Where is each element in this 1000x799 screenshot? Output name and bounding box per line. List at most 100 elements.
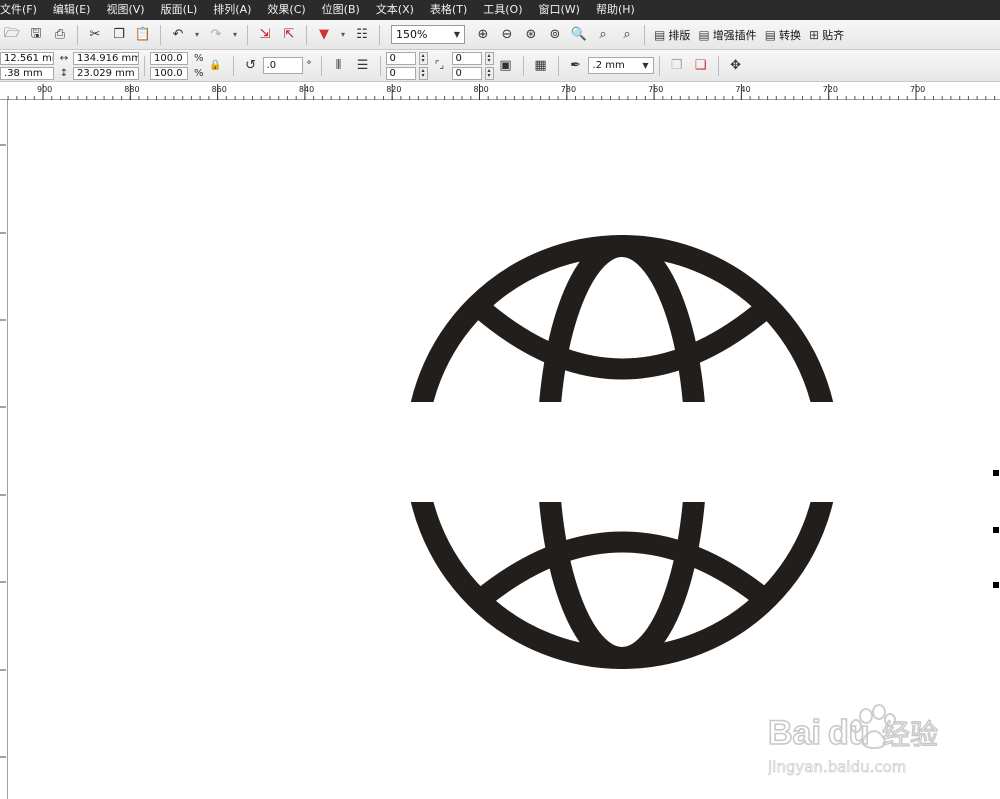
mirror-vertical-icon[interactable]: ☰ (352, 55, 374, 77)
open-icon[interactable]: 🗁 (1, 24, 23, 46)
size-row: ↕ 23.029 mm (58, 66, 139, 80)
toolbar-separator (247, 24, 248, 45)
ruler-label: 860 (212, 85, 227, 94)
menu-layout[interactable]: 版面(L) (153, 0, 206, 20)
to-front-icon[interactable]: ❐ (666, 55, 688, 77)
menu-help[interactable]: 帮助(H) (588, 0, 643, 20)
wrap-text-icon[interactable]: ▦ (530, 55, 552, 77)
launcher-dropdown-icon[interactable]: ▾ (337, 24, 349, 46)
menu-bitmaps[interactable]: 位图(B) (314, 0, 368, 20)
corner-row: 0 ▴ ▾ (385, 66, 428, 80)
position-x-field[interactable]: 12.561 mm (0, 51, 54, 65)
ruler-label: 740 (735, 85, 750, 94)
redo-icon[interactable]: ↷ (205, 24, 227, 46)
menu-tools[interactable]: 工具(O) (475, 0, 530, 20)
corner-row: 0 ▴ ▾ (451, 66, 494, 80)
export-icon[interactable]: ⇱ (278, 24, 300, 46)
property-bar: 12.561 mm .38 mm ↔ 134.916 mm ↕ 23.029 m… (0, 50, 1000, 82)
zoom-level-select[interactable]: 150% ▼ (391, 25, 465, 44)
undo-icon[interactable]: ↶ (167, 24, 189, 46)
plugin-button-convert[interactable]: ▤ 转换 (761, 24, 805, 46)
import-icon[interactable]: ⇲ (254, 24, 276, 46)
welcome-screen-icon[interactable]: ☷ (351, 24, 373, 46)
spinner-icon[interactable]: ▴ ▾ (484, 51, 494, 65)
corner-lock-icon[interactable]: ▣ (495, 55, 517, 77)
outline-pen-icon: ✒ (570, 58, 581, 73)
to-back-icon[interactable]: ❏ (690, 55, 712, 77)
menu-edit[interactable]: 编辑(E) (45, 0, 99, 20)
watermark-url: jingyan.baidu.com (768, 758, 906, 776)
undo-dropdown-icon[interactable]: ▾ (191, 24, 203, 46)
vertical-ruler[interactable] (0, 100, 8, 799)
zoom-height-icon[interactable]: ⌕ (616, 24, 638, 46)
application-launcher-icon[interactable]: ▼ (313, 24, 335, 46)
zoom-all-icon[interactable]: ⊚ (544, 24, 566, 46)
height-icon: ↕ (59, 67, 69, 79)
corner-bottom-right-field[interactable]: 0 (451, 66, 482, 80)
cut-icon[interactable]: ✂ (84, 24, 106, 46)
lock-ratio-icon[interactable]: 🔒 (205, 55, 227, 77)
height-field[interactable]: 23.029 mm (73, 66, 139, 80)
ruler-label: 820 (386, 85, 401, 94)
rotation-angle-field[interactable]: .0 (262, 57, 303, 74)
zoom-out-icon[interactable]: ⊖ (496, 24, 518, 46)
corner-fields-right: 0 ▴ ▾ 0 ▴ ▾ (451, 51, 494, 80)
toolbar-separator (379, 24, 380, 45)
outline-width-select[interactable]: .2 mm ▼ (587, 57, 654, 74)
watermark-cn: 经验 (882, 718, 938, 751)
corner-bottom-left-field[interactable]: 0 (385, 66, 416, 80)
percent-label: % (194, 52, 204, 64)
mirror-horizontal-icon[interactable]: ⫴ (328, 55, 350, 77)
menu-view[interactable]: 视图(V) (98, 0, 152, 20)
menu-table[interactable]: 表格(T) (422, 0, 475, 20)
selection-handle[interactable] (993, 470, 999, 476)
spinner-icon[interactable]: ▴ ▾ (418, 51, 428, 65)
ruler-label: 800 (474, 85, 489, 94)
corner-fields-left: 0 ▴ ▾ 0 ▴ ▾ (385, 51, 428, 80)
redo-dropdown-icon[interactable]: ▾ (229, 24, 241, 46)
ruler-label: 720 (823, 85, 838, 94)
selection-handle[interactable] (993, 527, 999, 533)
plugin-button-label: 贴齐 (822, 28, 845, 42)
menu-arrange[interactable]: 排列(A) (205, 0, 259, 20)
plugin-button-label: 转换 (779, 28, 802, 42)
standard-toolbar: 🗁 🖫 ⎙ ✂ ❐ 📋 ↶ ▾ ↷ ▾ ⇲ ⇱ ▼ ▾ ☷ 150% ▼ ⊕ ⊖… (0, 20, 1000, 50)
corner-top-left-field[interactable]: 0 (385, 51, 416, 65)
plugin-button-snap[interactable]: ⊞ 贴齐 (805, 24, 848, 46)
scale-fields: 100.0 % 100.0 % (150, 51, 204, 80)
ruler-label: 780 (561, 85, 576, 94)
vertical-ruler-ticks (0, 144, 6, 758)
zoom-page-icon[interactable]: 🔍 (568, 24, 590, 46)
zoom-in-icon[interactable]: ⊕ (472, 24, 494, 46)
horizontal-ruler[interactable]: 9008808608408208007807607407207006 (0, 82, 1000, 100)
zoom-width-icon[interactable]: ⌕ (592, 24, 614, 46)
scale-x-field[interactable]: 100.0 (150, 51, 188, 65)
layout-icon: ▤ (654, 27, 666, 42)
copy-icon[interactable]: ❐ (108, 24, 130, 46)
save-icon[interactable]: 🖫 (25, 24, 47, 46)
spinner-icon[interactable]: ▴ ▾ (484, 66, 494, 80)
ruler-label: 900 (37, 85, 52, 94)
toolbar-separator (77, 24, 78, 45)
corner-bracket-icon: ⌜⌟ (434, 60, 445, 71)
watermark-brand: Bai (768, 714, 821, 752)
menu-file[interactable]: 文件(F) (0, 0, 45, 20)
selection-handle[interactable] (993, 582, 999, 588)
menu-effects[interactable]: 效果(C) (259, 0, 313, 20)
zoom-selected-icon[interactable]: ⊛ (520, 24, 542, 46)
position-fields: 12.561 mm .38 mm (0, 51, 54, 80)
width-icon: ↔ (59, 52, 69, 64)
menu-window[interactable]: 窗口(W) (531, 0, 588, 20)
plugin-button-enhance[interactable]: ▤ 增强插件 (694, 24, 760, 46)
spinner-icon[interactable]: ▴ ▾ (418, 66, 428, 80)
ruler-ticks: 9008808608408208007807607407207006 (7, 84, 996, 100)
menu-text[interactable]: 文本(X) (368, 0, 422, 20)
plugin-button-layout[interactable]: ▤ 排版 (650, 24, 694, 46)
convert-to-curves-icon[interactable]: ✥ (725, 55, 747, 77)
print-icon[interactable]: ⎙ (49, 24, 71, 46)
corner-top-right-field[interactable]: 0 (451, 51, 482, 65)
width-field[interactable]: 134.916 mm (73, 51, 139, 65)
position-y-field[interactable]: .38 mm (0, 66, 54, 80)
scale-y-field[interactable]: 100.0 (150, 66, 188, 80)
paste-icon[interactable]: 📋 (132, 24, 154, 46)
